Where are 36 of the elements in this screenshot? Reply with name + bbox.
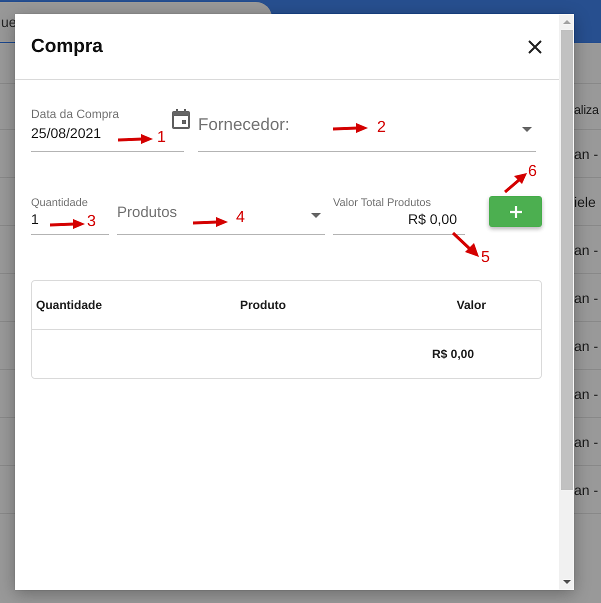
total-cell: R$ 0,00	[432, 347, 474, 361]
dropdown-caret-icon[interactable]	[522, 126, 532, 132]
add-button[interactable]	[489, 196, 542, 227]
annotation-number: 5	[481, 249, 490, 267]
calendar-icon[interactable]	[172, 109, 190, 129]
scroll-down-icon[interactable]	[562, 580, 570, 584]
arrow-icon	[117, 133, 153, 145]
annotation-number: 1	[157, 129, 166, 147]
total-field[interactable]: Valor Total Produtos R$ 0,00	[333, 197, 465, 235]
table-cell: an -	[574, 482, 598, 498]
column-header: aliza	[574, 103, 599, 117]
table-cell: an -	[574, 338, 598, 354]
annotation-number: 3	[87, 213, 96, 231]
table-cell: an -	[574, 146, 598, 162]
arrow-icon	[332, 122, 368, 134]
plus-icon	[510, 206, 522, 218]
table-cell: iele	[574, 194, 596, 210]
annotation-number: 6	[528, 163, 537, 181]
column-header: Valor	[456, 298, 486, 312]
arrow-icon	[49, 218, 85, 230]
table-cell: an -	[574, 290, 598, 306]
column-header: Produto	[240, 298, 286, 312]
column-header: Quantidade	[36, 298, 102, 312]
close-icon[interactable]	[528, 40, 542, 54]
dialog-title: Compra	[31, 36, 103, 58]
arrow-icon	[451, 231, 479, 258]
annotation-number: 4	[236, 209, 245, 227]
annotation-number: 2	[377, 119, 386, 137]
arrow-icon	[192, 216, 228, 228]
scrollbar-thumb[interactable]	[560, 30, 572, 490]
table-cell: an -	[574, 386, 598, 402]
arrow-icon	[503, 172, 527, 193]
table-cell: an -	[574, 242, 598, 258]
dropdown-caret-icon[interactable]	[311, 213, 321, 218]
table-cell: an -	[574, 434, 598, 450]
scrollbar[interactable]	[559, 14, 574, 590]
